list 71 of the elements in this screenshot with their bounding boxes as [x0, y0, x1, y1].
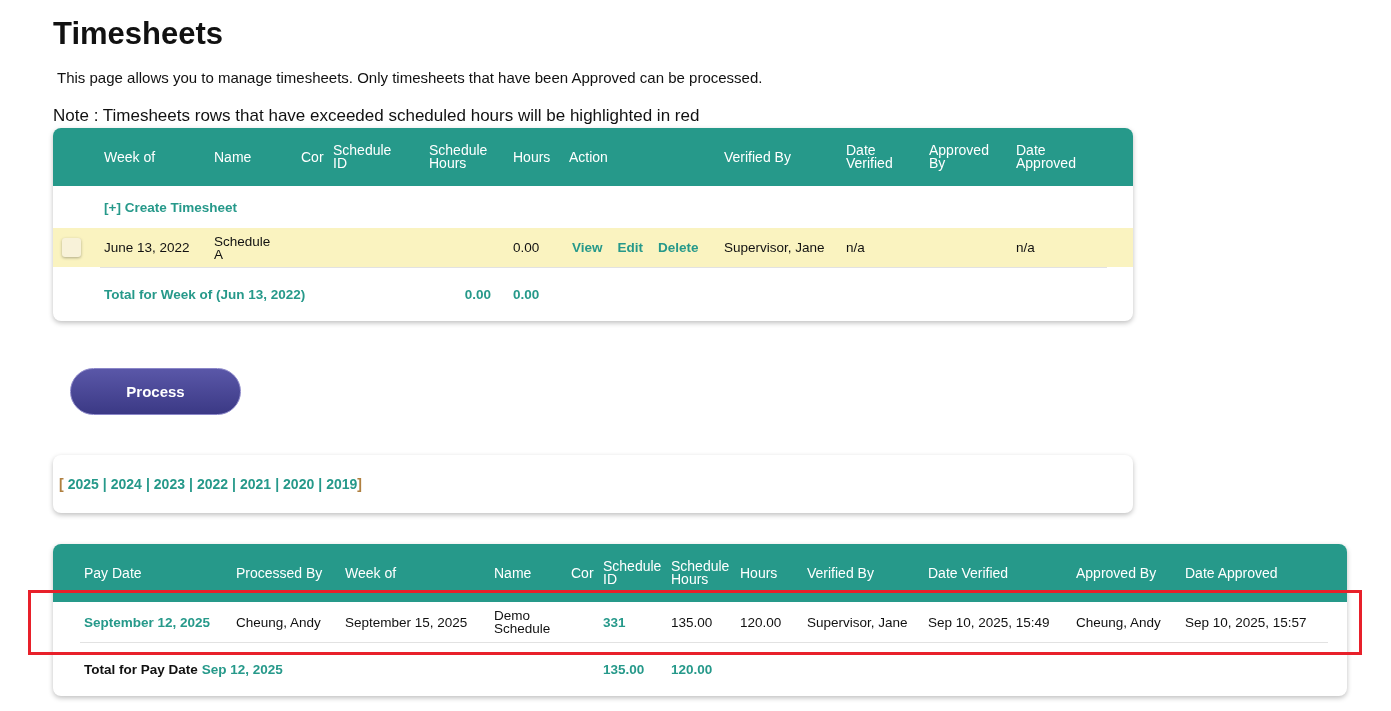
total-label: Total for Week of (Jun 13, 2022): [103, 287, 307, 302]
column-header: Cor: [300, 150, 325, 164]
separator-text: |: [275, 476, 280, 492]
column-header: Hours: [512, 150, 552, 164]
year-link[interactable]: 2022: [196, 476, 229, 492]
year-link[interactable]: 2021: [240, 476, 272, 492]
column-header: Date Verified: [927, 566, 1010, 580]
column-header: Schedule ID: [602, 560, 662, 586]
table-cell-text: 0.00: [512, 241, 541, 254]
column-header: Verified By: [806, 566, 875, 580]
table-cell-text: n/a: [845, 241, 866, 254]
year-link[interactable]: 2023: [153, 476, 185, 492]
separator-text: |: [232, 476, 236, 492]
column-header: Verified By: [723, 150, 792, 164]
column-header: Date Verified: [845, 144, 893, 170]
table-cell-text: Cheung, Andy: [235, 615, 322, 629]
year-link[interactable]: 2020: [283, 476, 315, 492]
column-header: Hours: [739, 566, 779, 580]
table-cell-text: Cheung, Andy: [1075, 615, 1162, 629]
total-value: 0.00: [512, 287, 541, 302]
column-header: Week of: [103, 150, 157, 164]
page-title: Timesheets: [53, 15, 224, 53]
year-link[interactable]: 2025: [67, 476, 99, 492]
table-cell-text: Schedule A: [213, 234, 271, 261]
total-value: 120.00: [670, 662, 714, 677]
column-header: Name: [493, 566, 533, 580]
column-header: Schedule Hours: [428, 144, 488, 170]
column-header: Action: [568, 150, 609, 164]
separator-text: |: [102, 476, 107, 492]
year-link[interactable]: 2024: [110, 476, 142, 492]
action-link[interactable]: Delete: [658, 240, 699, 255]
separator-text: |: [318, 476, 323, 492]
total-label: Total for Pay Date: [83, 662, 198, 677]
separator-text: |: [189, 476, 193, 492]
table-cell-text: Supervisor, Jane: [723, 241, 826, 254]
table-cell-text: Sep 10, 2025, 15:57: [1184, 615, 1308, 629]
column-header: Pay Date: [83, 566, 143, 580]
column-header: Cor: [570, 566, 595, 580]
column-header: Week of: [344, 566, 398, 580]
action-link[interactable]: Edit: [617, 240, 644, 255]
column-header: Processed By: [235, 566, 324, 580]
table-cell-text: September 15, 2025: [344, 615, 469, 629]
column-header: Name: [213, 150, 253, 164]
table-cell-text: Supervisor, Jane: [806, 615, 909, 629]
total-date: Sep 12, 2025: [200, 662, 283, 677]
column-header: Date Approved: [1184, 566, 1279, 580]
total-value: 0.00: [463, 287, 492, 302]
table-cell-text: Demo Schedule: [493, 609, 551, 635]
note-text: Note : Timesheets rows that have exceeded scheduled hours will be highlighted in red: [53, 106, 701, 126]
table-cell-text: n/a: [1015, 241, 1036, 254]
year-link[interactable]: 2019: [326, 476, 358, 492]
table-cell-text: June 13, 2022: [103, 241, 191, 254]
intro-text: This page allows you to manage timesheets. Only timesheets that have been Approved can be processed.: [57, 68, 764, 88]
pay-date-link[interactable]: September 12, 2025: [80, 614, 232, 630]
total-value: 135.00: [602, 662, 646, 677]
process-button[interactable]: Process: [70, 368, 241, 415]
row-checkbox[interactable]: [62, 238, 81, 257]
separator-text: |: [145, 476, 150, 492]
column-header: Approved By: [1075, 566, 1158, 580]
table-cell-text: Sep 10, 2025, 15:49: [927, 615, 1051, 629]
column-header: Schedule Hours: [670, 560, 730, 586]
schedule-id-link[interactable]: 331: [599, 614, 667, 630]
table-cell-text: 135.00: [670, 615, 714, 629]
column-header: Date Approved: [1015, 144, 1076, 170]
column-header: Approved By: [928, 144, 989, 170]
bracket-text: ]: [357, 476, 362, 492]
action-link[interactable]: View: [572, 240, 603, 255]
table-cell-text: 120.00: [739, 615, 783, 629]
create-timesheet-link[interactable]: [+] Create Timesheet: [100, 199, 565, 215]
bracket-text: [: [59, 476, 64, 492]
column-header: Schedule ID: [332, 144, 392, 170]
